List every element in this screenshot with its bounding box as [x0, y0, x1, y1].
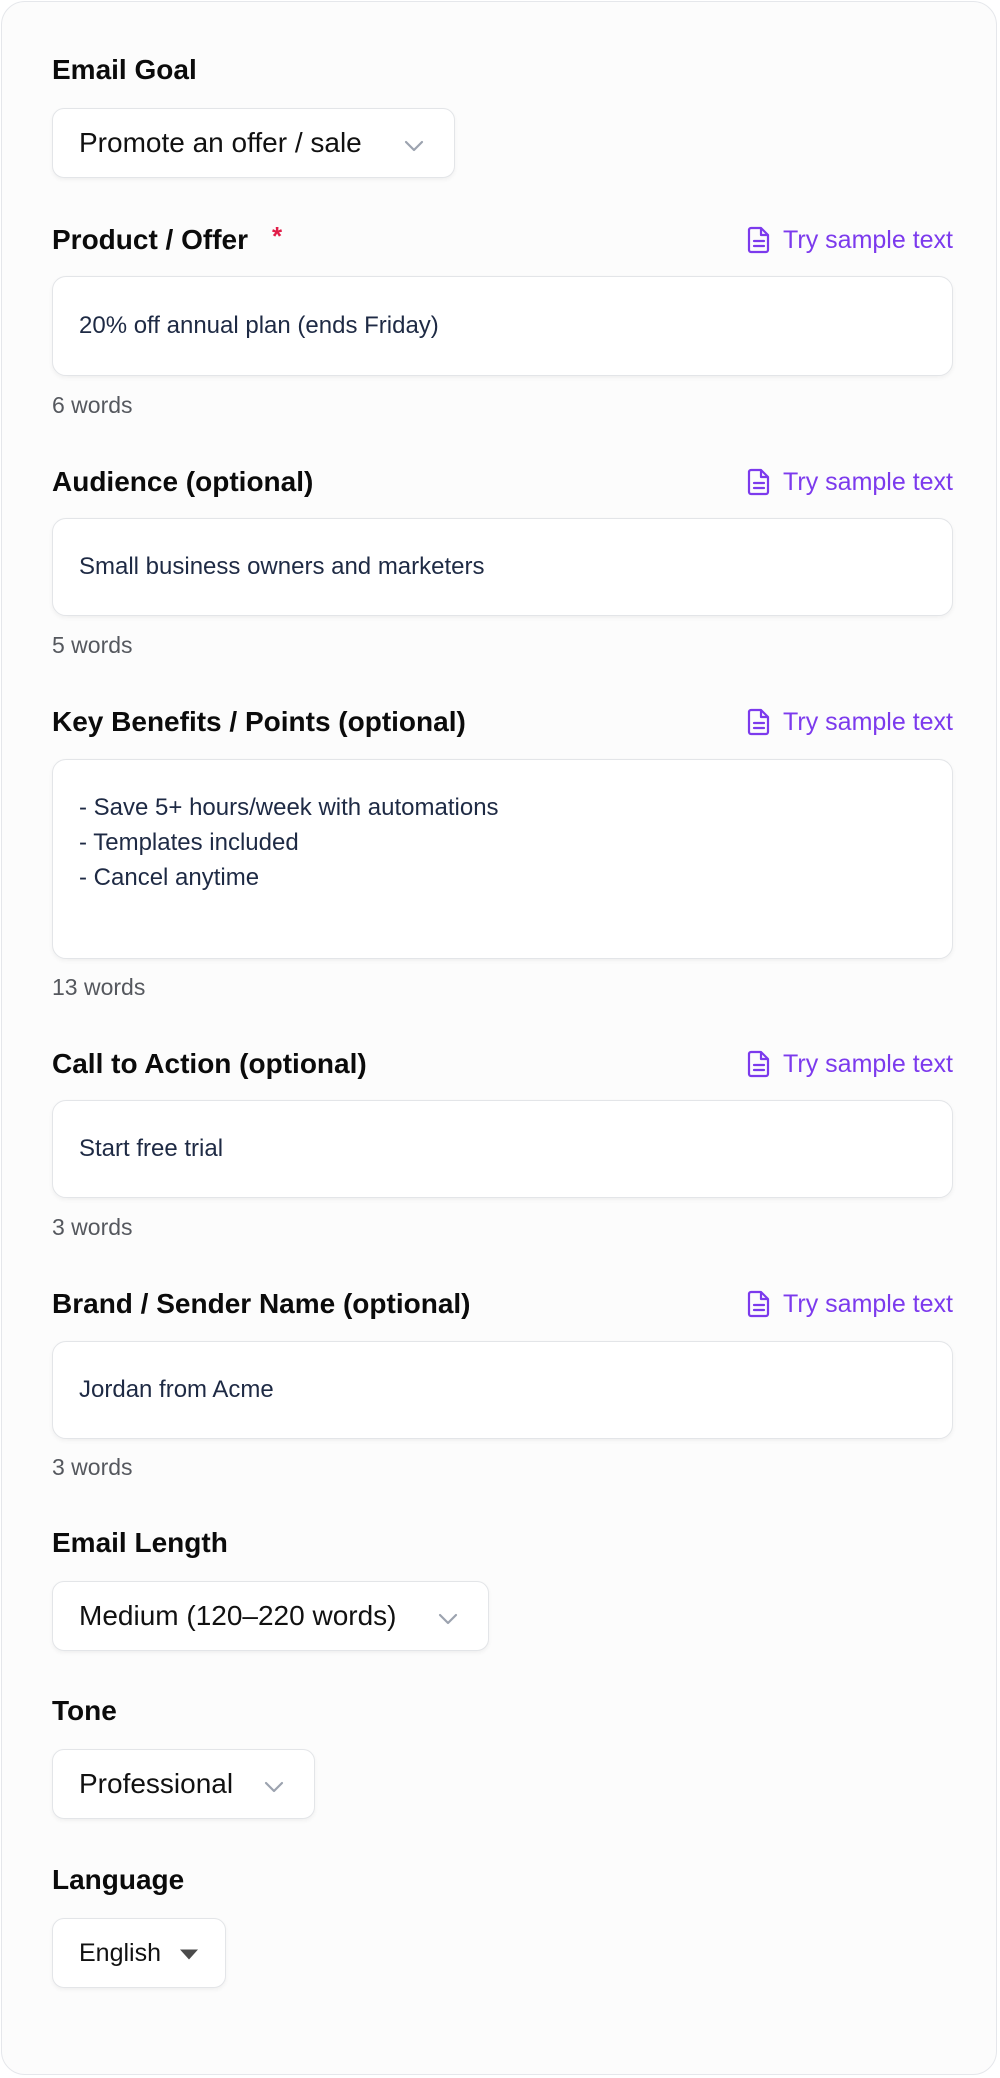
audience-value: Small business owners and marketers	[79, 553, 485, 580]
brand-sender-label: Brand / Sender Name (optional)	[52, 1288, 471, 1319]
benefit-line: - Save 5+ hours/week with automations	[79, 794, 499, 821]
email-goal-label: Email Goal	[52, 54, 197, 85]
language-select[interactable]: English	[52, 1918, 226, 1988]
key-benefits-textarea[interactable]: - Save 5+ hours/week with automations - …	[52, 759, 953, 959]
sample-link-label: Try sample text	[783, 1049, 953, 1078]
sample-link-label: Try sample text	[783, 707, 953, 736]
product-offer-sample-link[interactable]: Try sample text	[747, 226, 953, 255]
audience-input[interactable]: Small business owners and marketers	[52, 518, 953, 616]
sample-link-label: Try sample text	[783, 225, 953, 254]
brand-sender-section: Brand / Sender Name (optional) Try sampl…	[52, 1288, 953, 1528]
call-to-action-section: Call to Action (optional) Try sample tex…	[52, 1048, 953, 1288]
email-length-section: Email Length	[52, 1527, 953, 1559]
product-offer-word-count: 6 words	[52, 392, 133, 418]
document-icon	[747, 1050, 771, 1078]
call-to-action-word-count: 3 words	[52, 1214, 133, 1240]
document-icon	[747, 468, 771, 496]
email-length-select[interactable]: Medium (120–220 words)	[52, 1581, 489, 1651]
chevron-down-icon	[438, 1600, 458, 1632]
call-to-action-sample-link[interactable]: Try sample text	[747, 1050, 953, 1079]
tone-label: Tone	[52, 1695, 117, 1726]
document-icon	[747, 708, 771, 736]
product-offer-label: Product / Offer	[52, 224, 249, 255]
brand-sender-sample-link[interactable]: Try sample text	[747, 1290, 953, 1319]
chevron-down-icon	[404, 127, 424, 159]
email-goal-select[interactable]: Promote an offer / sale	[52, 108, 455, 178]
benefit-line: - Cancel anytime	[79, 864, 260, 891]
required-asterisk: *	[272, 221, 283, 251]
email-goal-value: Promote an offer / sale	[79, 127, 362, 158]
brand-sender-word-count: 3 words	[52, 1454, 133, 1480]
product-offer-value: 20% off annual plan (ends Friday)	[79, 312, 439, 339]
brand-sender-input[interactable]: Jordan from Acme	[52, 1341, 953, 1439]
call-to-action-label: Call to Action (optional)	[52, 1048, 367, 1079]
sample-link-label: Try sample text	[783, 467, 953, 496]
key-benefits-label: Key Benefits / Points (optional)	[52, 706, 466, 737]
sample-link-label: Try sample text	[783, 1289, 953, 1318]
document-icon	[747, 226, 771, 254]
product-offer-section: Product / Offer * Try sample text 20% of…	[52, 221, 953, 484]
caret-down-icon	[179, 1939, 199, 1968]
audience-label: Audience (optional)	[52, 466, 314, 497]
call-to-action-value: Start free trial	[79, 1135, 224, 1162]
tone-select[interactable]: Professional	[52, 1749, 315, 1819]
key-benefits-section: Key Benefits / Points (optional) Try sam…	[52, 706, 953, 1036]
document-icon	[747, 1290, 771, 1318]
tone-section: Tone	[52, 1695, 953, 1727]
audience-sample-link[interactable]: Try sample text	[747, 468, 953, 497]
audience-word-count: 5 words	[52, 632, 133, 658]
tone-value: Professional	[79, 1768, 234, 1799]
email-length-value: Medium (120–220 words)	[79, 1600, 397, 1631]
language-value: English	[79, 1938, 161, 1967]
chevron-down-icon	[264, 1768, 284, 1800]
key-benefits-word-count: 13 words	[52, 974, 146, 1000]
benefit-line: - Templates included	[79, 829, 299, 856]
audience-section: Audience (optional) Try sample text Smal…	[52, 466, 953, 706]
form-card: Email Goal Promote an offer / sale Produ…	[1, 1, 997, 2075]
product-offer-input[interactable]: 20% off annual plan (ends Friday)	[52, 276, 953, 376]
email-goal-section: Email Goal	[52, 54, 953, 86]
language-section: Language	[52, 1864, 953, 1896]
key-benefits-sample-link[interactable]: Try sample text	[747, 708, 953, 737]
language-label: Language	[52, 1864, 185, 1895]
call-to-action-input[interactable]: Start free trial	[52, 1100, 953, 1198]
brand-sender-value: Jordan from Acme	[79, 1376, 274, 1403]
email-length-label: Email Length	[52, 1527, 228, 1558]
